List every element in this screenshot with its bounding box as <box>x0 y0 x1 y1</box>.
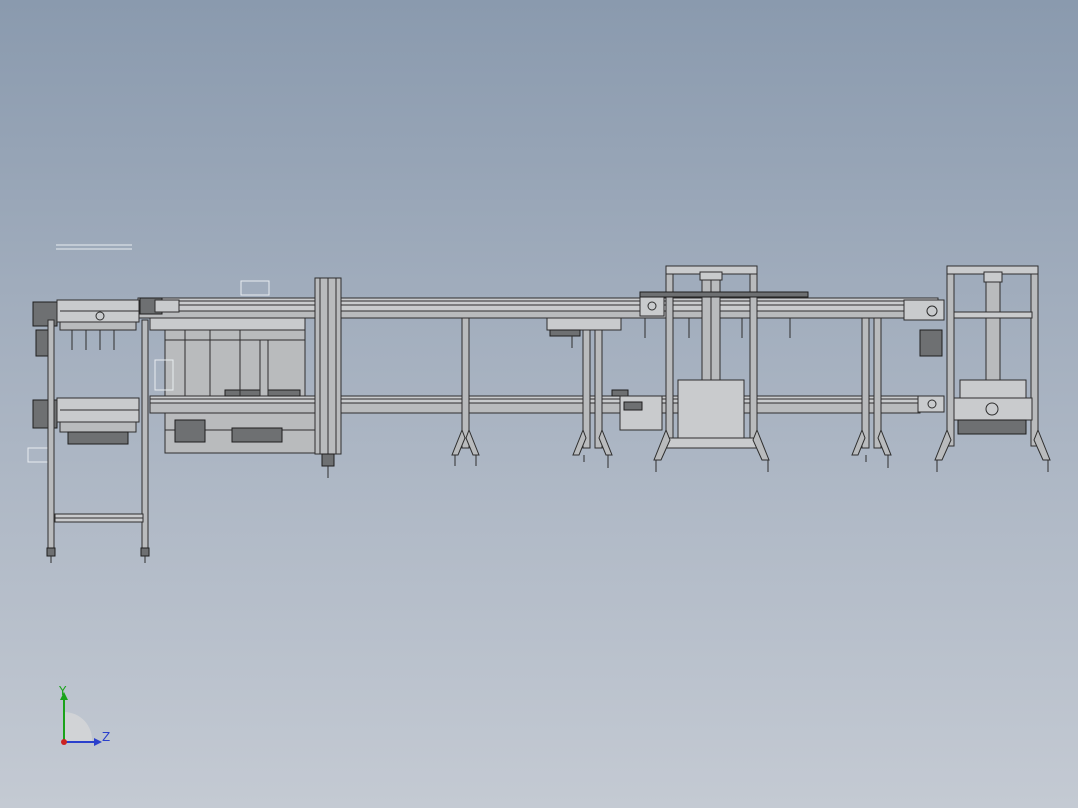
triad-sector <box>64 711 93 742</box>
transfer-station <box>149 317 316 454</box>
y-axis-label: Y <box>59 684 67 698</box>
z-axis-label: Z <box>102 730 111 744</box>
coordinate-triad: Y Z <box>50 682 120 757</box>
z-axis-head <box>94 738 102 746</box>
lift-tower-a <box>619 265 809 472</box>
reference-sketch-lines <box>56 244 270 296</box>
upper-conveyor-beam <box>137 297 939 319</box>
lower-conveyor-beam <box>149 395 921 414</box>
conveyor-assembly-model[interactable]: .st { stroke:#2e2e2e; stroke-width:1; fi… <box>0 0 1078 808</box>
lift-tower-b <box>934 265 1051 472</box>
vertical-post-column <box>314 277 342 478</box>
left-drive-module-lower <box>27 397 140 463</box>
cad-viewport[interactable]: .st { stroke:#2e2e2e; stroke-width:1; fi… <box>0 0 1078 808</box>
x-axis-dot <box>61 739 67 745</box>
right-drive-unit <box>903 299 945 413</box>
